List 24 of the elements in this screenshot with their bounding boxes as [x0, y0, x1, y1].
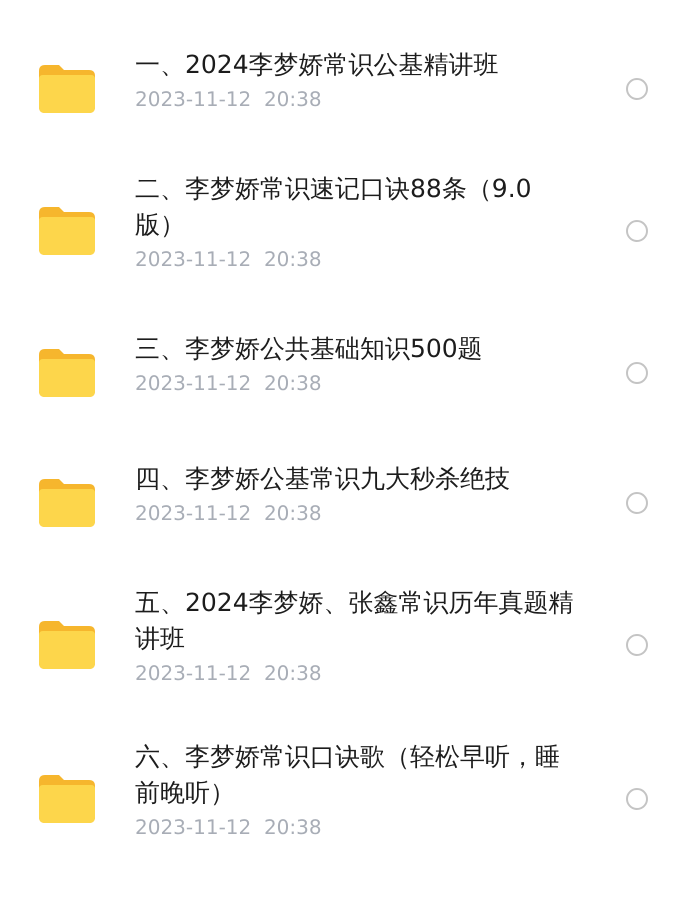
folder-icon: [39, 479, 95, 527]
select-radio[interactable]: [626, 362, 648, 384]
folder-icon: [39, 65, 95, 113]
select-radio[interactable]: [626, 78, 648, 100]
folder-name: 三、李梦娇公共基础知识500题: [135, 333, 484, 365]
select-radio[interactable]: [626, 788, 648, 810]
folder-icon: [39, 621, 95, 669]
select-radio[interactable]: [626, 492, 648, 514]
folder-name: 一、2024李梦娇常识公基精讲班: [135, 49, 500, 81]
folder-icon: [39, 775, 95, 823]
folder-name: 六、李梦娇常识口诀歌（轻松早听，睡前晚听）: [135, 741, 561, 809]
select-radio[interactable]: [626, 634, 648, 656]
modified-date: 2023-11-12 20:38: [135, 87, 323, 111]
folder-icon: [39, 207, 95, 255]
select-radio[interactable]: [626, 220, 648, 242]
modified-date: 2023-11-12 20:38: [135, 371, 323, 395]
modified-date: 2023-11-12 20:38: [135, 815, 323, 839]
folder-icon: [39, 349, 95, 397]
folder-name: 五、2024李梦娇、张鑫常识历年真题精讲班: [135, 587, 575, 655]
modified-date: 2023-11-12 20:38: [135, 661, 323, 685]
folder-name: 四、李梦娇公基常识九大秒杀绝技: [135, 463, 511, 495]
folder-name: 二、李梦娇常识速记口诀88条（9.0版）: [135, 173, 533, 241]
modified-date: 2023-11-12 20:38: [135, 247, 323, 271]
modified-date: 2023-11-12 20:38: [135, 501, 323, 525]
